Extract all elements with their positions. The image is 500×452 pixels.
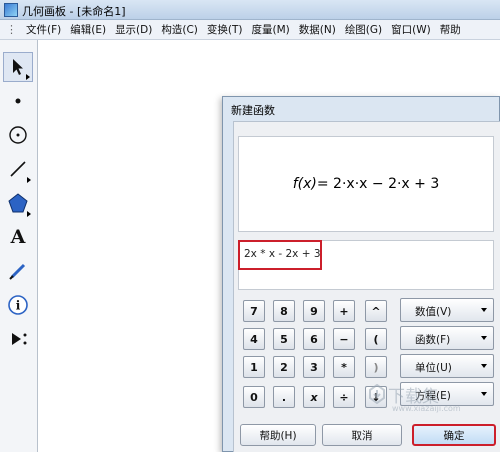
window-title: 几何画板 - [未命名1]	[22, 5, 126, 18]
menu-grip-icon: ⋮	[6, 22, 17, 36]
key-0[interactable]: 0	[243, 386, 265, 408]
polygon-icon[interactable]	[3, 188, 33, 218]
values-dropdown[interactable]: 数值(V)	[400, 298, 494, 322]
menu-help[interactable]: 帮助	[440, 22, 461, 37]
title-bar: 几何画板 - [未命名1]	[0, 0, 500, 20]
cancel-button[interactable]: 取消	[322, 424, 402, 446]
menu-bar: ⋮ 文件(F) 编辑(E) 显示(D) 构造(C) 变换(T) 度量(M) 数据…	[0, 20, 500, 40]
menu-measure[interactable]: 度量(M)	[251, 22, 289, 37]
key-3[interactable]: 3	[303, 356, 325, 378]
preview-fx: f(x)	[292, 176, 317, 192]
key-2[interactable]: 2	[273, 356, 295, 378]
menu-transform[interactable]: 变换(T)	[207, 22, 243, 37]
function-preview: f(x) = 2·x·x − 2·x + 3	[238, 136, 494, 232]
key-6[interactable]: 6	[303, 328, 325, 350]
key-open-paren[interactable]: (	[365, 328, 387, 350]
marker-pen-icon[interactable]	[3, 256, 33, 286]
key-8[interactable]: 8	[273, 300, 295, 322]
menu-edit[interactable]: 编辑(E)	[70, 22, 106, 37]
menu-display[interactable]: 显示(D)	[115, 22, 152, 37]
key-minus[interactable]: −	[333, 328, 355, 350]
toolbox: A i	[0, 40, 38, 452]
menu-data[interactable]: 数据(N)	[299, 22, 336, 37]
preview-expression: = 2·x·x − 2·x + 3	[316, 176, 440, 192]
units-dropdown[interactable]: 单位(U)	[400, 354, 494, 378]
ok-button[interactable]: 确定	[412, 424, 496, 446]
expression-text: 2x * x - 2x + 3	[244, 248, 321, 260]
text-icon[interactable]: A	[3, 222, 33, 252]
key-x[interactable]: x	[303, 386, 325, 408]
help-button[interactable]: 帮助(H)	[240, 424, 316, 446]
menu-graph[interactable]: 绘图(G)	[345, 22, 382, 37]
watermark-logo-icon	[369, 384, 385, 404]
menu-window[interactable]: 窗口(W)	[391, 22, 431, 37]
key-4[interactable]: 4	[243, 328, 265, 350]
key-9[interactable]: 9	[303, 300, 325, 322]
key-1[interactable]: 1	[243, 356, 265, 378]
key-power[interactable]: ^	[365, 300, 387, 322]
chevron-down-icon	[481, 308, 487, 312]
arrow-select-icon[interactable]	[3, 52, 33, 82]
key-plus[interactable]: +	[333, 300, 355, 322]
information-icon[interactable]: i	[3, 290, 33, 320]
line-segment-icon[interactable]	[3, 154, 33, 184]
key-close-paren[interactable]: )	[365, 356, 387, 378]
key-5[interactable]: 5	[273, 328, 295, 350]
menu-construct[interactable]: 构造(C)	[161, 22, 198, 37]
custom-tool-icon[interactable]	[3, 324, 33, 354]
svg-text:i: i	[16, 299, 21, 313]
key-divide[interactable]: ÷	[333, 386, 355, 408]
key-7[interactable]: 7	[243, 300, 265, 322]
menu-file[interactable]: 文件(F)	[26, 22, 61, 37]
chevron-down-icon	[481, 336, 487, 340]
site-watermark: 下载集 www.xiazaiji.com	[368, 380, 500, 420]
key-multiply[interactable]: *	[333, 356, 355, 378]
key-decimal[interactable]: .	[273, 386, 295, 408]
compass-circle-icon[interactable]	[3, 120, 33, 150]
chevron-down-icon	[481, 364, 487, 368]
dialog-title: 新建函数	[231, 104, 275, 117]
functions-dropdown[interactable]: 函数(F)	[400, 326, 494, 350]
point-icon[interactable]	[3, 86, 33, 116]
app-icon	[4, 3, 18, 17]
